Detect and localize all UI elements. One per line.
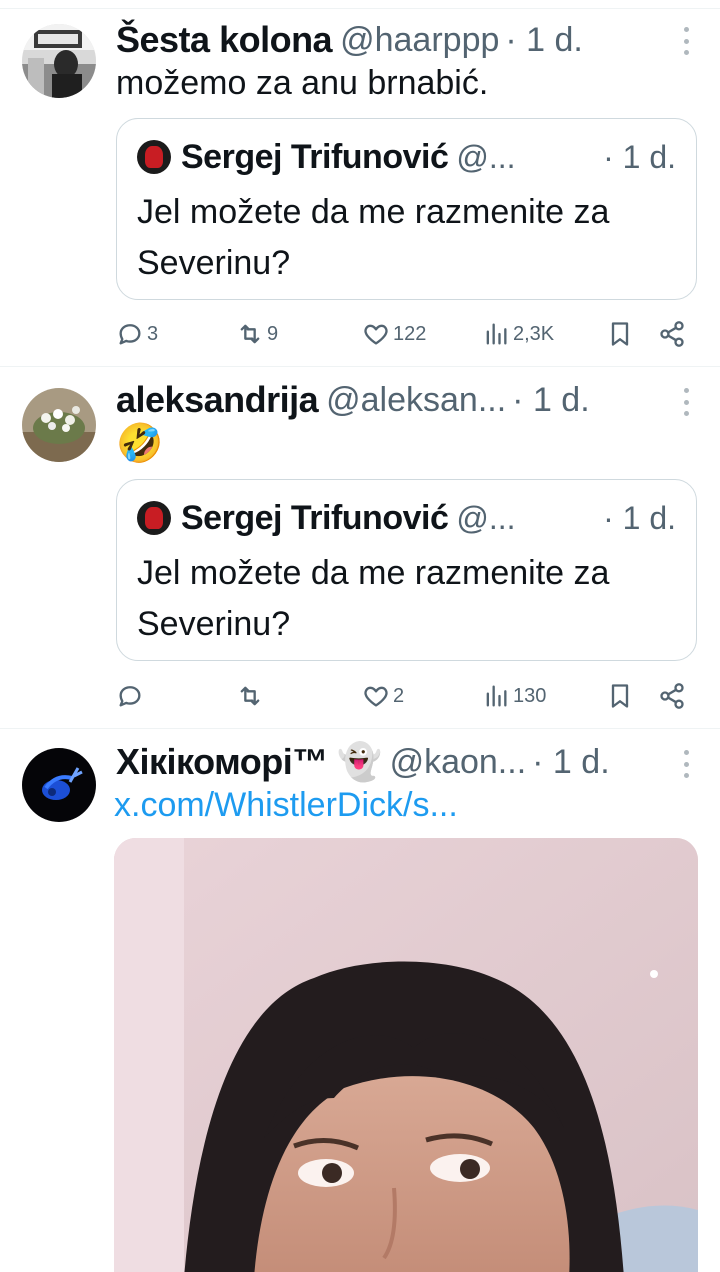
like-count: 2 bbox=[393, 684, 405, 707]
top-divider bbox=[0, 8, 720, 9]
timestamp[interactable]: · 1 d. bbox=[505, 21, 582, 60]
share-icon bbox=[660, 321, 684, 347]
views-count: 2,3K bbox=[513, 322, 555, 345]
tweet-divider bbox=[0, 366, 720, 367]
quoted-timestamp: · 1 d. bbox=[603, 499, 676, 536]
tweet-header: aleksandrija @aleksan... · 1 d. bbox=[116, 378, 650, 422]
tweet-header: Хікікоморі™ 👻 @kaon... · 1 d. bbox=[116, 740, 650, 784]
user-handle[interactable]: @kaon... bbox=[390, 743, 527, 782]
quoted-timestamp: · 1 d. bbox=[603, 138, 676, 175]
quoted-tweet[interactable]: Sergej Trifunović @... · 1 d. Jel možete… bbox=[116, 479, 697, 661]
views-button[interactable]: 2,3K bbox=[482, 314, 554, 354]
more-icon[interactable] bbox=[682, 27, 690, 55]
user-handle[interactable]: @aleksan... bbox=[326, 381, 506, 420]
bookmark-icon bbox=[611, 322, 629, 346]
views-icon bbox=[486, 685, 507, 707]
retweet-icon bbox=[240, 686, 260, 706]
quoted-handle: @... bbox=[456, 499, 516, 536]
action-bar: 2 130 bbox=[112, 676, 692, 716]
bookmark-button[interactable] bbox=[606, 314, 634, 354]
avatar[interactable] bbox=[22, 388, 96, 462]
views-button[interactable]: 130 bbox=[482, 676, 546, 716]
quoted-display-name: Sergej Trifunović bbox=[181, 137, 449, 176]
retweet-button[interactable] bbox=[236, 676, 267, 716]
quoted-handle: @... bbox=[456, 138, 516, 175]
views-icon bbox=[486, 323, 507, 345]
reply-icon bbox=[119, 324, 141, 345]
avatar[interactable] bbox=[22, 24, 96, 98]
retweet-button[interactable]: 9 bbox=[236, 314, 278, 354]
quoted-avatar bbox=[137, 140, 171, 174]
avatar[interactable] bbox=[22, 748, 96, 822]
tweet-text: možemo za anu brnabić. bbox=[116, 64, 489, 102]
like-button[interactable]: 122 bbox=[362, 314, 426, 354]
reply-button[interactable]: 3 bbox=[116, 314, 158, 354]
quoted-text: Jel možete da me razmenite za Severinu? bbox=[137, 193, 610, 282]
quoted-text: Jel možete da me razmenite za Severinu? bbox=[137, 554, 610, 643]
user-handle[interactable]: @haarppp bbox=[340, 21, 499, 60]
bookmark-icon bbox=[611, 684, 629, 708]
tweet-link[interactable]: x.com/WhistlerDick/s... bbox=[114, 786, 458, 825]
retweet-count: 9 bbox=[267, 322, 279, 345]
tweet-header: Šesta kolona @haarppp · 1 d. bbox=[116, 18, 650, 62]
bookmark-button[interactable] bbox=[606, 676, 634, 716]
like-button[interactable]: 2 bbox=[362, 676, 404, 716]
action-bar: 3 9 122 2,3K bbox=[112, 314, 692, 354]
retweet-icon bbox=[240, 324, 260, 344]
more-icon[interactable] bbox=[682, 750, 690, 778]
share-icon bbox=[660, 683, 684, 709]
tweet-text: 🤣 bbox=[116, 423, 164, 465]
display-name[interactable]: Хікікоморі™ 👻 bbox=[116, 741, 382, 783]
quoted-tweet-header: Sergej Trifunović @... · 1 d. bbox=[137, 137, 676, 177]
like-count: 122 bbox=[393, 322, 427, 345]
reply-button[interactable] bbox=[116, 676, 147, 716]
tweet-divider bbox=[0, 728, 720, 729]
reply-icon bbox=[119, 686, 141, 707]
share-button[interactable] bbox=[658, 314, 686, 354]
tweet-media-image[interactable] bbox=[114, 838, 698, 1272]
quoted-tweet-header: Sergej Trifunović @... · 1 d. bbox=[137, 498, 676, 538]
quoted-display-name: Sergej Trifunović bbox=[181, 498, 449, 537]
quoted-avatar bbox=[137, 501, 171, 535]
display-name[interactable]: Šesta kolona bbox=[116, 19, 333, 61]
more-icon[interactable] bbox=[682, 388, 690, 416]
timestamp[interactable]: · 1 d. bbox=[512, 381, 589, 420]
timestamp[interactable]: · 1 d. bbox=[532, 743, 609, 782]
reply-count: 3 bbox=[147, 322, 159, 345]
heart-icon bbox=[364, 686, 388, 707]
share-button[interactable] bbox=[658, 676, 686, 716]
heart-icon bbox=[364, 324, 388, 345]
display-name[interactable]: aleksandrija bbox=[116, 379, 319, 421]
views-count: 130 bbox=[513, 684, 547, 707]
quoted-tweet[interactable]: Sergej Trifunović @... · 1 d. Jel možete… bbox=[116, 118, 697, 300]
